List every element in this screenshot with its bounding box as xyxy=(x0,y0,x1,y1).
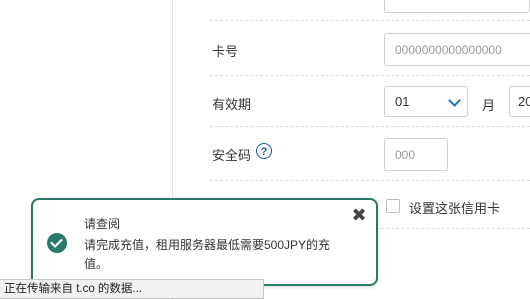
toast-title: 请查阅 xyxy=(84,217,121,231)
expiry-month-select[interactable]: 01 xyxy=(384,86,468,117)
browser-status-bar: 正在传输来自 t.co 的数据... xyxy=(0,279,264,299)
cvv-input[interactable]: 000 xyxy=(384,138,448,171)
close-icon[interactable]: ✖ xyxy=(350,206,368,224)
default-card-label: 设置这张信用卡 xyxy=(409,201,501,216)
cvv-label: 安全码 xyxy=(212,148,252,163)
expiry-year-select[interactable]: 20 xyxy=(509,86,530,117)
cvv-placeholder: 000 xyxy=(395,147,416,162)
expiry-year-value: 20 xyxy=(518,94,530,109)
divider xyxy=(210,75,530,76)
divider xyxy=(210,180,530,181)
toast-notification: 请查阅 请完成充值，租用服务器最低需要500JPY的充值。 ✖ xyxy=(31,198,378,286)
card-number-placeholder: 0000000000000000 xyxy=(395,42,502,57)
top-input-field[interactable] xyxy=(384,0,530,13)
divider xyxy=(210,20,530,21)
default-card-checkbox[interactable] xyxy=(386,199,400,213)
expiry-month-value: 01 xyxy=(395,94,410,109)
chevron-down-icon xyxy=(448,93,461,107)
check-circle-icon xyxy=(47,233,67,253)
card-number-label: 卡号 xyxy=(212,44,239,59)
card-number-input[interactable]: 0000000000000000 xyxy=(384,33,530,66)
toast-message: 请完成充值，租用服务器最低需要500JPY的充值。 xyxy=(84,238,331,271)
divider xyxy=(210,126,530,127)
month-unit-label: 月 xyxy=(482,98,496,113)
expiry-label: 有效期 xyxy=(212,97,252,112)
help-icon[interactable]: ? xyxy=(256,143,272,159)
